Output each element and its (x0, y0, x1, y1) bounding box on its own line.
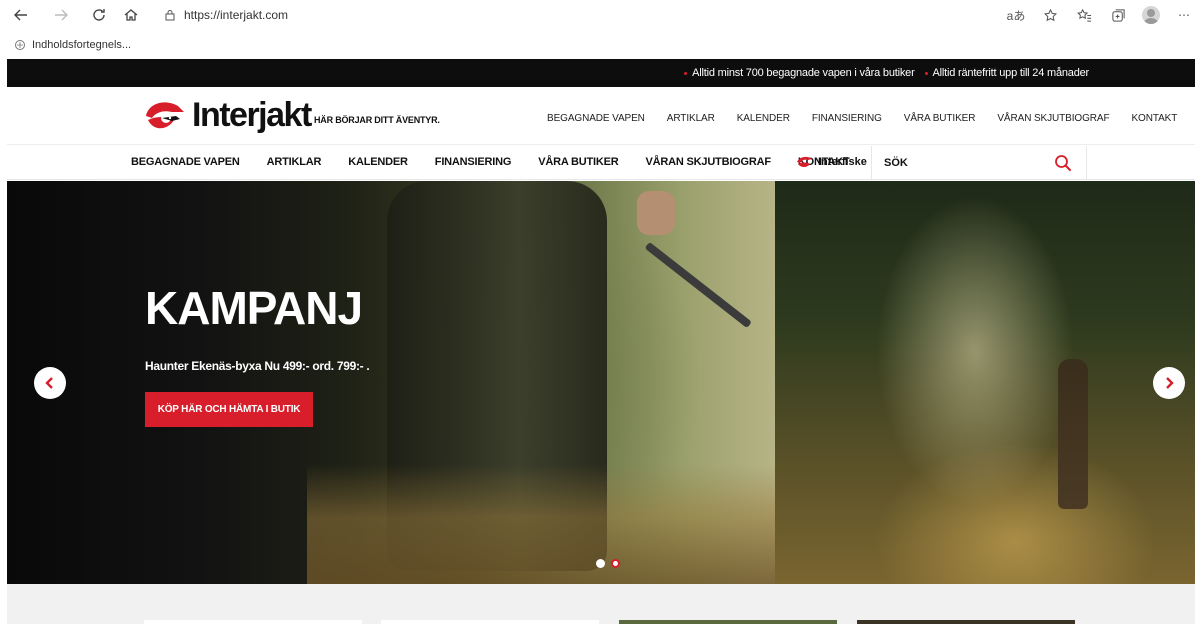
top-link-artiklar[interactable]: ARTIKLAR (667, 113, 715, 124)
read-aloud-icon[interactable]: aあ (1006, 5, 1026, 25)
back-icon[interactable] (10, 4, 32, 26)
content-card[interactable] (857, 620, 1075, 624)
interfiske-label: Interfiske (818, 156, 867, 168)
interfiske-link[interactable]: Interfiske (796, 155, 867, 169)
promo-item: Alltid räntefritt upp till 24 månader (924, 67, 1090, 79)
site-logo[interactable]: Interjakt (142, 96, 312, 135)
hero-image-right (775, 181, 1195, 584)
lock-icon (165, 10, 175, 21)
interfiske-logo-icon (797, 156, 812, 167)
nav-item-artiklar[interactable]: ARTIKLAR (267, 156, 322, 168)
top-link-begagnade-vapen[interactable]: BEGAGNADE VAPEN (547, 113, 645, 124)
favorites-bar: Indholdsfortegnels... (0, 32, 1202, 58)
nav-item-begagnade-vapen[interactable]: BEGAGNADE VAPEN (131, 156, 240, 168)
logo-text: Interjakt (192, 96, 312, 134)
profile-avatar[interactable] (1142, 6, 1160, 24)
browser-toolbar: https://interjakt.com aあ ⋯ (0, 0, 1202, 32)
chevron-right-icon (1166, 377, 1174, 389)
hero-subtitle: Haunter Ekenäs-byxa Nu 499:- ord. 799:- … (145, 359, 370, 373)
content-section (7, 584, 1195, 624)
nav-item-finansiering[interactable]: FINANSIERING (435, 156, 512, 168)
carousel-next-button[interactable] (1153, 367, 1185, 399)
carousel-dot-2[interactable] (611, 559, 620, 568)
site-header: Interjakt HÄR BÖRJAR DITT ÄVENTYR. BEGAG… (7, 87, 1195, 145)
promo-item: Alltid minst 700 begagnade vapen i våra … (684, 67, 915, 79)
top-links: BEGAGNADE VAPEN ARTIKLAR KALENDER FINANS… (547, 113, 1177, 124)
content-card[interactable] (381, 620, 599, 624)
bullet-icon (924, 71, 928, 75)
top-link-skjutbiograf[interactable]: VÅRAN SKJUTBIOGRAF (997, 113, 1109, 124)
promo-text: Alltid minst 700 begagnade vapen i våra … (692, 67, 915, 79)
content-card[interactable] (619, 620, 837, 624)
chevron-left-icon (45, 377, 53, 389)
top-link-finansiering[interactable]: FINANSIERING (812, 113, 882, 124)
main-nav: BEGAGNADE VAPEN ARTIKLAR KALENDER FINANS… (7, 146, 1195, 180)
url-text[interactable]: https://interjakt.com (184, 8, 288, 22)
search-box[interactable]: SÖK (871, 146, 1087, 180)
content-card[interactable] (144, 620, 362, 624)
address-bar[interactable]: https://interjakt.com (164, 4, 288, 26)
home-icon[interactable] (120, 4, 142, 26)
bookmark-folder-icon (15, 40, 25, 50)
forward-icon[interactable] (50, 4, 72, 26)
walker-figure (1058, 359, 1088, 509)
top-link-kontakt[interactable]: KONTAKT (1131, 113, 1177, 124)
hero-carousel: KAMPANJ Haunter Ekenäs-byxa Nu 499:- ord… (7, 181, 1195, 584)
promo-text: Alltid räntefritt upp till 24 månader (932, 67, 1090, 79)
nav-item-kalender[interactable]: KALENDER (348, 156, 408, 168)
promo-strip: Alltid minst 700 begagnade vapen i våra … (7, 59, 1195, 87)
hunter-hand (637, 191, 675, 235)
refresh-icon[interactable] (88, 4, 110, 26)
carousel-dots (596, 559, 620, 568)
search-label: SÖK (884, 157, 908, 169)
interjakt-logo-icon (146, 101, 184, 128)
nav-item-vara-butiker[interactable]: VÅRA BUTIKER (538, 156, 619, 168)
top-link-vara-butiker[interactable]: VÅRA BUTIKER (904, 113, 976, 124)
buy-in-store-button[interactable]: KÖP HÄR OCH HÄMTA I BUTIK (145, 392, 313, 427)
nav-item-skjutbiograf[interactable]: VÅRAN SKJUTBIOGRAF (646, 156, 772, 168)
collections-icon[interactable] (1108, 5, 1128, 25)
favorite-item[interactable]: Indholdsfortegnels... (32, 39, 131, 51)
hero-title: KAMPANJ (145, 282, 363, 334)
carousel-prev-button[interactable] (34, 367, 66, 399)
add-favorite-icon[interactable] (1040, 5, 1060, 25)
carousel-dot-1[interactable] (596, 559, 605, 568)
top-link-kalender[interactable]: KALENDER (737, 113, 790, 124)
search-icon[interactable] (1054, 154, 1072, 172)
bullet-icon (684, 71, 688, 75)
grass-foreground (307, 464, 775, 584)
more-icon[interactable]: ⋯ (1174, 5, 1194, 25)
tagline: HÄR BÖRJAR DITT ÄVENTYR. (314, 115, 440, 125)
favorites-icon[interactable] (1074, 5, 1094, 25)
